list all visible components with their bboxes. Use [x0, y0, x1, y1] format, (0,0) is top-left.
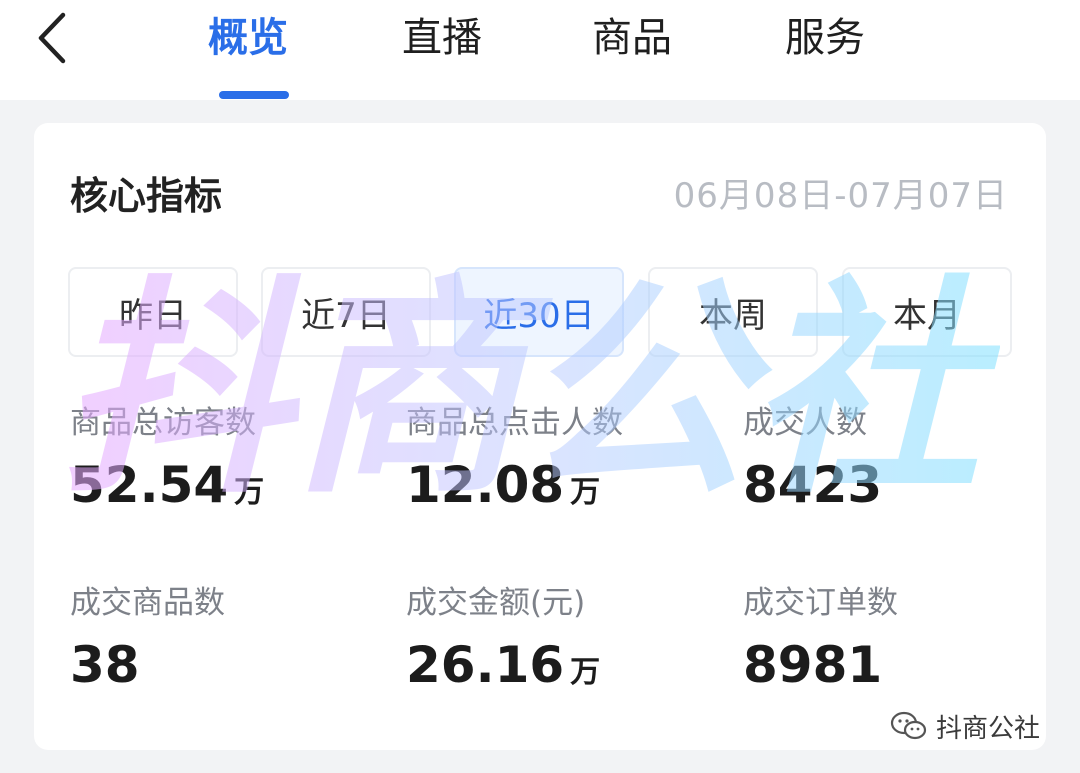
metric-products-sold[interactable]: 成交商品数 38 — [70, 583, 225, 703]
metric-value: 8423 — [743, 456, 883, 514]
metric-unit: 万 — [570, 475, 601, 510]
filter-this-week[interactable]: 本周 — [648, 267, 818, 357]
metric-value: 38 — [70, 636, 140, 694]
filter-this-month[interactable]: 本月 — [842, 267, 1012, 357]
tab-live[interactable]: 直播 — [402, 8, 482, 68]
metric-value: 8981 — [743, 636, 883, 694]
metric-buyers[interactable]: 成交人数 8423 — [743, 403, 888, 523]
tab-products[interactable]: 商品 — [592, 8, 672, 68]
core-metrics-card: 核心指标 06月08日-07月07日 昨日 近7日 近30日 本周 本月 商品总… — [34, 123, 1046, 750]
source-watermark: 抖商公社 — [890, 708, 1040, 744]
period-filter: 昨日 近7日 近30日 本周 本月 — [68, 267, 1012, 357]
back-button[interactable] — [30, 10, 74, 66]
metric-value: 52.54 万 — [70, 456, 265, 514]
tab-service[interactable]: 服务 — [785, 8, 865, 68]
filter-yesterday[interactable]: 昨日 — [68, 267, 238, 357]
metric-value: 12.08 万 — [406, 456, 601, 514]
metric-unit: 万 — [234, 475, 265, 510]
date-range[interactable]: 06月08日-07月07日 — [674, 173, 1008, 219]
metric-label: 成交商品数 — [70, 585, 225, 621]
metric-label: 商品总访客数 — [70, 405, 256, 441]
filter-last-30-days[interactable]: 近30日 — [454, 267, 624, 357]
source-label: 抖商公社 — [936, 713, 1041, 744]
tab-overview[interactable]: 概览 — [208, 8, 288, 68]
metric-gmv[interactable]: 成交金额(元) 26.16 万 — [406, 583, 600, 703]
screen: 概览 直播 商品 服务 核心指标 06月08日-07月07日 昨日 近7日 近3… — [0, 0, 1080, 773]
card-title: 核心指标 — [70, 174, 223, 218]
metric-value: 26.16 万 — [406, 636, 601, 694]
metric-orders[interactable]: 成交订单数 8981 — [743, 583, 898, 703]
metric-label: 成交金额(元) — [406, 585, 586, 621]
metric-unit: 万 — [570, 655, 601, 690]
metric-label: 成交人数 — [743, 405, 867, 441]
metric-label: 成交订单数 — [743, 585, 898, 621]
top-nav: 概览 直播 商品 服务 — [0, 0, 1080, 100]
active-tab-indicator — [219, 91, 289, 99]
chevron-left-icon — [38, 12, 66, 64]
filter-last-7-days[interactable]: 近7日 — [261, 267, 431, 357]
wechat-icon — [890, 711, 927, 740]
metric-label: 商品总点击人数 — [406, 405, 623, 441]
metric-clicks[interactable]: 商品总点击人数 12.08 万 — [406, 403, 623, 523]
metric-visitors[interactable]: 商品总访客数 52.54 万 — [70, 403, 264, 523]
